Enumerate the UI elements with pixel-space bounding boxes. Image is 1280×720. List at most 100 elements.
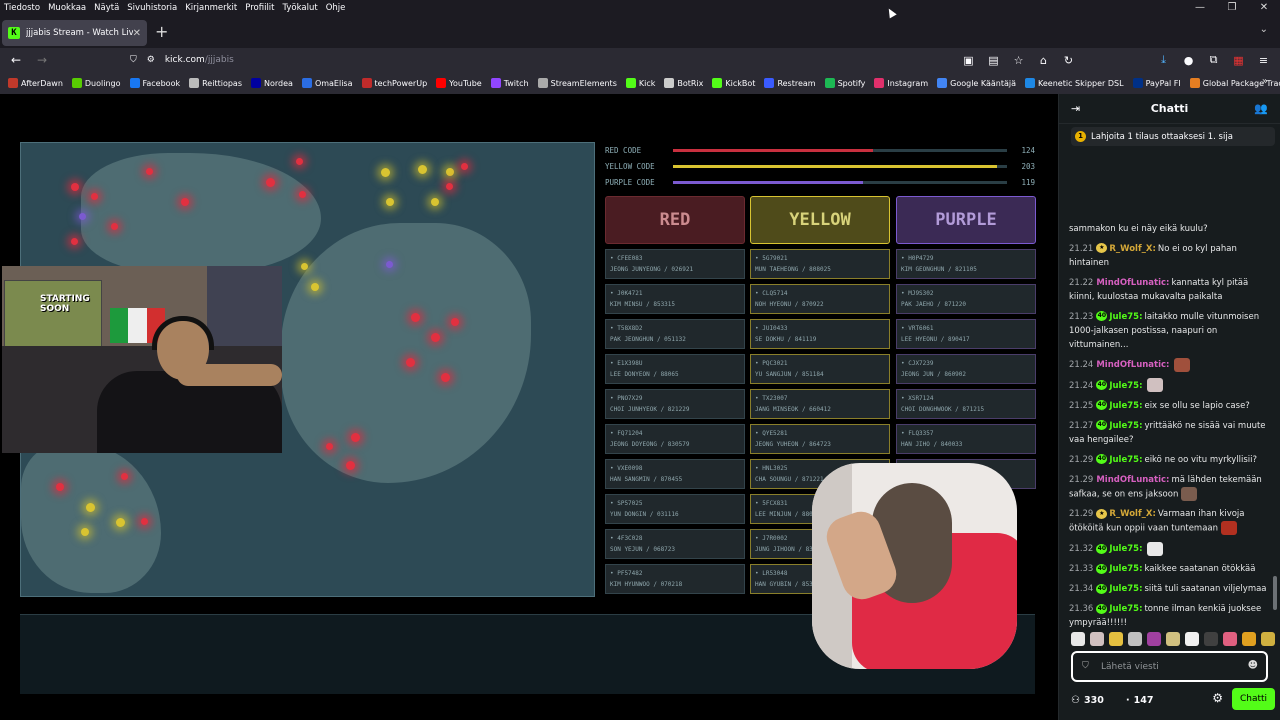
quick-emote-icon[interactable]: [1109, 632, 1123, 646]
collapse-chat-icon[interactable]: ⇥: [1071, 102, 1080, 115]
chat-emote-icon: [1174, 357, 1191, 372]
reload-icon[interactable]: ↻: [1056, 54, 1081, 67]
bookmark-item[interactable]: AfterDawn: [8, 78, 63, 88]
bookmark-star-icon[interactable]: ☆: [1006, 54, 1031, 67]
home-icon[interactable]: ⌂: [1031, 54, 1056, 67]
close-tab-icon[interactable]: ✕: [133, 28, 141, 39]
bookmark-item[interactable]: Spotify: [824, 78, 865, 88]
bookmark-item[interactable]: Nordea: [251, 78, 293, 88]
extension-badge-icon[interactable]: ▦: [1226, 54, 1251, 67]
menu-item[interactable]: Sivuhistoria: [127, 3, 177, 13]
bookmark-label: Duolingo: [84, 78, 121, 88]
chat-emote-icon: [1147, 378, 1164, 392]
chat-settings-icon[interactable]: ⚙: [1212, 691, 1223, 705]
account-icon[interactable]: ●: [1176, 54, 1201, 67]
menu-item[interactable]: Näytä: [94, 3, 119, 13]
bookmark-item[interactable]: PayPal FI: [1132, 78, 1181, 88]
bookmark-item[interactable]: techPowerUp: [361, 78, 427, 88]
tab-strip: K jjjabis Stream - Watch Live ✕ + ⌄: [0, 16, 1280, 48]
bookmark-item[interactable]: Instagram: [874, 78, 928, 88]
message-username[interactable]: Jule75:: [1109, 604, 1142, 614]
bookmark-item[interactable]: BotRix: [664, 78, 703, 88]
chat-emote-icon: [1221, 521, 1238, 535]
menu-item[interactable]: Ohje: [326, 3, 346, 13]
forward-icon[interactable]: →: [29, 53, 55, 67]
chat-users-icon[interactable]: 👥: [1254, 102, 1268, 115]
bookmark-favicon-icon: [1189, 78, 1200, 88]
menu-item[interactable]: Työkalut: [283, 3, 318, 13]
quick-emote-icon[interactable]: [1071, 632, 1085, 646]
site-info-icon[interactable]: ⚙: [147, 55, 155, 65]
bookmark-item[interactable]: Facebook: [129, 78, 180, 88]
quick-emote-icon[interactable]: [1204, 632, 1218, 646]
chat-input[interactable]: ⛉ Lähetä viesti ☻: [1071, 651, 1268, 682]
reader-view-icon[interactable]: ▤: [981, 54, 1006, 67]
quick-emote-icon[interactable]: [1147, 632, 1161, 646]
code-summary: RED CODE 124 YELLOW CODE 203 PURPLE CODE 119: [605, 142, 1035, 190]
quick-emote-icon[interactable]: [1242, 632, 1256, 646]
message-username[interactable]: Jule75:: [1109, 455, 1142, 465]
message-username[interactable]: Jule75:: [1109, 421, 1142, 431]
quick-emote-icon[interactable]: [1223, 632, 1237, 646]
bookmark-item[interactable]: Twitch: [490, 78, 529, 88]
bookmark-item[interactable]: Restream: [764, 78, 816, 88]
message-username[interactable]: MindOfLunatic:: [1096, 475, 1169, 485]
message-username[interactable]: Jule75:: [1109, 584, 1142, 594]
code-column-purple: PURPLE • H0P4729 KIM GEONGHUN / 821105 • M…: [896, 196, 1036, 489]
message-username[interactable]: Jule75:: [1109, 544, 1142, 554]
close-window-icon[interactable]: ✕: [1248, 0, 1280, 16]
bookmark-item[interactable]: KickBot: [712, 78, 755, 88]
map-marker: [431, 333, 440, 342]
extensions-icon[interactable]: ⧉: [1201, 53, 1226, 67]
bookmark-favicon-icon: [937, 78, 948, 88]
emoji-picker-icon[interactable]: ☻: [1248, 660, 1258, 671]
chat-scrollbar[interactable]: [1273, 576, 1277, 610]
restore-icon[interactable]: ❐: [1216, 0, 1248, 16]
column-entry: • PNO7X29 CHOI JUNHYEOK / 821229: [605, 389, 745, 419]
message-text: sammakon ku ei näy eikä kuulu?: [1069, 223, 1208, 234]
downloads-icon[interactable]: ⤓: [1151, 53, 1176, 67]
quick-emote-icon[interactable]: [1261, 632, 1275, 646]
quick-emote-icon[interactable]: [1128, 632, 1142, 646]
menu-item[interactable]: Muokkaa: [48, 3, 86, 13]
message-username[interactable]: Jule75:: [1109, 564, 1142, 574]
message-username[interactable]: MindOfLunatic:: [1096, 278, 1169, 288]
quick-emote-icon[interactable]: [1185, 632, 1199, 646]
column-header: PURPLE: [896, 196, 1036, 244]
video-player[interactable]: RED CODE 124 YELLOW CODE 203 PURPLE CODE 119 …: [0, 94, 1058, 720]
bookmark-item[interactable]: Kick: [625, 78, 655, 88]
message-username[interactable]: Jule75:: [1109, 312, 1142, 322]
message-username[interactable]: Jule75:: [1109, 381, 1142, 391]
bookmark-item[interactable]: StreamElements: [537, 78, 617, 88]
message-time: 21.32: [1069, 544, 1094, 554]
new-tab-icon[interactable]: +: [155, 20, 168, 44]
chat-messages: sammakon ku ei näy eikä kuulu? 21.21 ★ R_Wo…: [1069, 146, 1269, 636]
bookmarks-overflow-icon[interactable]: »: [1262, 76, 1268, 87]
bookmark-item[interactable]: Keenetic Skipper DSL: [1025, 78, 1124, 88]
minimize-icon[interactable]: —: [1184, 0, 1216, 16]
menu-item[interactable]: Tiedosto: [4, 3, 40, 13]
message-username[interactable]: MindOfLunatic:: [1096, 360, 1169, 370]
back-icon[interactable]: ←: [3, 53, 29, 67]
message-username[interactable]: R_Wolf_X:: [1109, 244, 1156, 254]
menu-item[interactable]: Kirjanmerkit: [185, 3, 237, 13]
quick-emote-icon[interactable]: [1166, 632, 1180, 646]
bookmark-item[interactable]: Google Kääntäjä: [937, 78, 1016, 88]
list-all-tabs-icon[interactable]: ⌄: [1260, 24, 1268, 35]
send-chat-button[interactable]: Chatti: [1232, 688, 1275, 710]
quick-emote-icon[interactable]: [1090, 632, 1104, 646]
app-menu-icon[interactable]: ≡: [1251, 54, 1276, 67]
bookmark-item[interactable]: Reittiopas: [189, 78, 242, 88]
bookmark-item[interactable]: OmaElisa: [301, 78, 353, 88]
chat-message: 21.33 40 Jule75: kaikkee saatanan ötökkää: [1069, 562, 1269, 576]
picture-in-picture-icon[interactable]: ▣: [956, 54, 981, 67]
bookmark-item[interactable]: YouTube: [436, 78, 482, 88]
shield-icon[interactable]: ⛉: [130, 55, 137, 65]
bookmark-item[interactable]: Duolingo: [71, 78, 121, 88]
message-username[interactable]: R_Wolf_X:: [1109, 509, 1156, 519]
tab-kick-stream[interactable]: K jjjabis Stream - Watch Live ✕: [2, 20, 147, 46]
gift-sub-banner[interactable]: 1 Lahjoita 1 tilaus ottaaksesi 1. sija: [1071, 127, 1275, 146]
url-bar[interactable]: ⛉ ⚙ kick.com/jjjabis: [130, 50, 1030, 70]
message-username[interactable]: Jule75:: [1109, 401, 1142, 411]
menu-item[interactable]: Profiilit: [245, 3, 274, 13]
